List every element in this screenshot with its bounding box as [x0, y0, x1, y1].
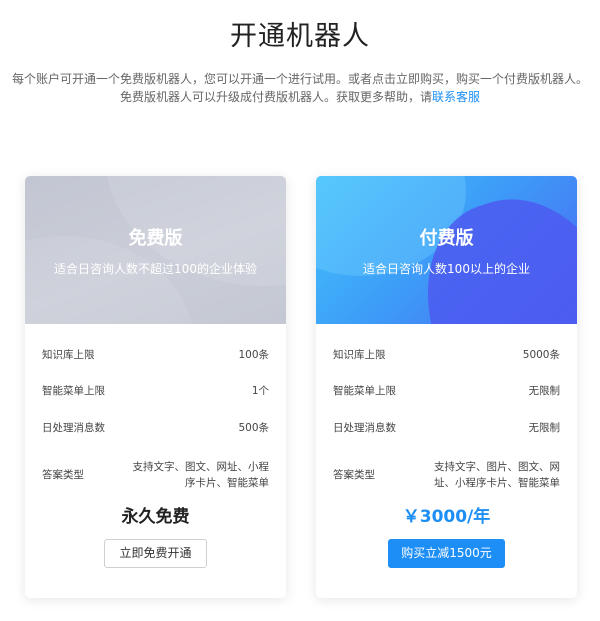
row-label: 答案类型 — [333, 469, 375, 481]
free-plan-header: 免费版 适合日咨询人数不超过100的企业体验 — [25, 176, 286, 324]
row-value: 5000条 — [522, 349, 560, 361]
open-robot-page: 开通机器人 每个账户可开通一个免费版机器人，您可以开通一个进行试用。或者点击立即… — [0, 0, 600, 621]
row-value: 100条 — [238, 349, 269, 361]
plan-name: 免费版 — [128, 228, 183, 249]
description-line-2: 免费版机器人可以升级成付费版机器人。获取更多帮助，请联系客服 — [0, 88, 600, 106]
row-value: 支持文字、图片、图文、网 址、小程序卡片、智能菜单 — [410, 459, 560, 491]
page-description: 每个账户可开通一个免费版机器人，您可以开通一个进行试用。或者点击立即购买，购买一… — [0, 70, 600, 106]
description-line-2-text: 免费版机器人可以升级成付费版机器人。获取更多帮助，请 — [119, 90, 432, 104]
paid-plan-card: 付费版 适合日咨询人数100以上的企业 知识库上限 5000条 智能菜单上限 无… — [316, 176, 577, 598]
free-plan-card: 免费版 适合日咨询人数不超过100的企业体验 知识库上限 100条 智能菜单上限… — [25, 176, 286, 598]
row-label: 答案类型 — [42, 469, 84, 481]
page-title: 开通机器人 — [230, 21, 370, 52]
row-label: 知识库上限 — [42, 349, 95, 361]
plan-subtitle: 适合日咨询人数不超过100的企业体验 — [54, 262, 257, 276]
row-value-line-1: 支持文字、图片、图文、网 — [434, 461, 560, 473]
contact-support-link[interactable]: 联系客服 — [432, 90, 480, 104]
row-value: 无限制 — [528, 422, 561, 434]
row-label: 智能菜单上限 — [42, 385, 105, 397]
row-label: 智能菜单上限 — [333, 385, 396, 397]
plan-name: 付费版 — [419, 228, 474, 249]
row-value: 无限制 — [528, 385, 561, 397]
description-line-1: 每个账户可开通一个免费版机器人，您可以开通一个进行试用。或者点击立即购买，购买一… — [11, 72, 588, 86]
row-value: 支持文字、图文、网址、小程 序卡片、智能菜单 — [119, 459, 270, 491]
plan-price: 永久免费 — [121, 507, 190, 527]
row-label: 日处理消息数 — [42, 422, 105, 434]
plan-price: ￥3000/年 — [402, 507, 491, 527]
row-label: 日处理消息数 — [333, 422, 396, 434]
plan-subtitle: 适合日咨询人数100以上的企业 — [363, 262, 530, 276]
paid-plan-header: 付费版 适合日咨询人数100以上的企业 — [316, 176, 577, 324]
buy-now-button[interactable]: 购买立减1500元 — [388, 539, 505, 568]
row-label: 知识库上限 — [333, 349, 386, 361]
row-value-line-2: 序卡片、智能菜单 — [185, 477, 269, 489]
row-value: 1个 — [251, 385, 269, 397]
row-value: 500条 — [238, 422, 269, 434]
row-value-line-1: 支持文字、图文、网址、小程 — [132, 461, 270, 473]
open-free-button[interactable]: 立即免费开通 — [104, 539, 207, 568]
row-value-line-2: 址、小程序卡片、智能菜单 — [434, 477, 560, 489]
